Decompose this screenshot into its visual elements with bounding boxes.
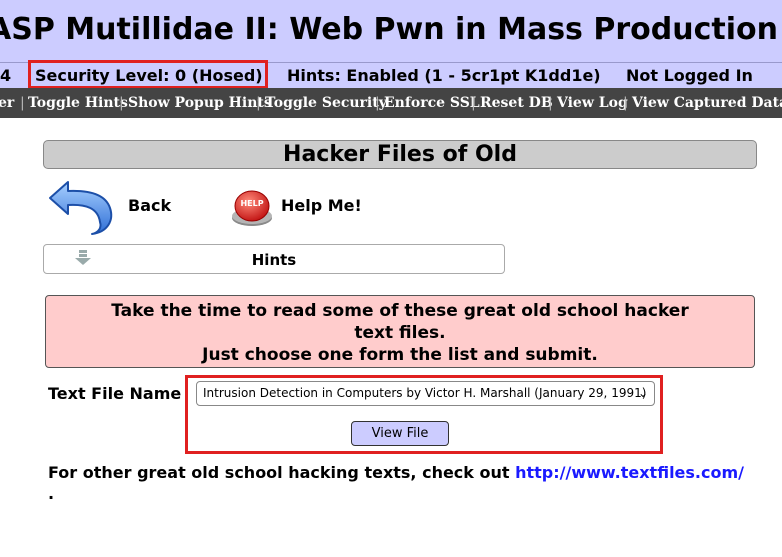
page-header: ASP Mutillidae II: Web Pwn in Mass Produ… [0, 0, 782, 62]
help-button[interactable]: HELP [228, 186, 276, 228]
menu-separator: | [623, 95, 628, 111]
footer-trailing: . [48, 484, 55, 503]
hints-status: Hints: Enabled (1 - 5cr1pt K1dd1e) [287, 66, 601, 85]
site-title: ASP Mutillidae II: Web Pwn in Mass Produ… [0, 12, 778, 47]
menu-item-toggle-security[interactable]: Toggle Security [265, 95, 387, 111]
menu-separator: | [119, 95, 124, 111]
back-arrow-icon [49, 181, 113, 235]
instructions-line-3: Just choose one form the list and submit… [202, 345, 598, 365]
menu-bar: er | Toggle Hints | Show Popup Hints | T… [0, 88, 782, 118]
instructions-box: Take the time to read some of these grea… [45, 295, 755, 368]
help-label[interactable]: Help Me! [281, 196, 362, 215]
hints-label: Hints [251, 251, 297, 269]
menu-item-toggle-hints[interactable]: Toggle Hints [28, 95, 128, 111]
help-icon-text: HELP [240, 199, 263, 208]
text-file-name-label: Text File Name [48, 384, 182, 403]
menu-separator: | [256, 95, 261, 111]
page-title: Hacker Files of Old [43, 140, 757, 169]
instructions-line-2: text files. [354, 323, 446, 343]
textfiles-link[interactable]: http://www.textfiles.com/ [515, 463, 744, 482]
text-file-selected-value: Intrusion Detection in Computers by Vict… [203, 386, 647, 400]
menu-item-view-captured-data[interactable]: View Captured Data [632, 95, 782, 111]
help-icon: HELP [232, 190, 272, 226]
hints-toggle[interactable]: Hints [43, 244, 505, 274]
view-file-button[interactable]: View File [351, 421, 449, 446]
security-level-highlight [28, 60, 268, 89]
version-fragment: 4 [0, 66, 12, 85]
text-file-select[interactable]: Intrusion Detection in Computers by Vict… [196, 381, 655, 406]
chevron-down-icon: ⌄ [637, 386, 648, 400]
menu-item-partial[interactable]: er [0, 95, 14, 111]
menu-separator: | [375, 95, 380, 111]
menu-item-show-popup-hints[interactable]: Show Popup Hints [128, 95, 272, 111]
menu-item-enforce-ssl[interactable]: Enforce SSL [384, 95, 480, 111]
back-label[interactable]: Back [128, 196, 171, 215]
footer-text: For other great old school hacking texts… [48, 463, 516, 482]
instructions-line-1: Take the time to read some of these grea… [111, 301, 689, 321]
menu-separator: | [20, 95, 25, 111]
menu-separator: | [471, 95, 476, 111]
menu-separator: | [548, 95, 553, 111]
menu-item-reset-db[interactable]: Reset DB [480, 95, 553, 111]
menu-item-view-log[interactable]: View Log [557, 95, 628, 111]
login-status: Not Logged In [626, 66, 753, 85]
footer-note: For other great old school hacking texts… [48, 462, 744, 504]
